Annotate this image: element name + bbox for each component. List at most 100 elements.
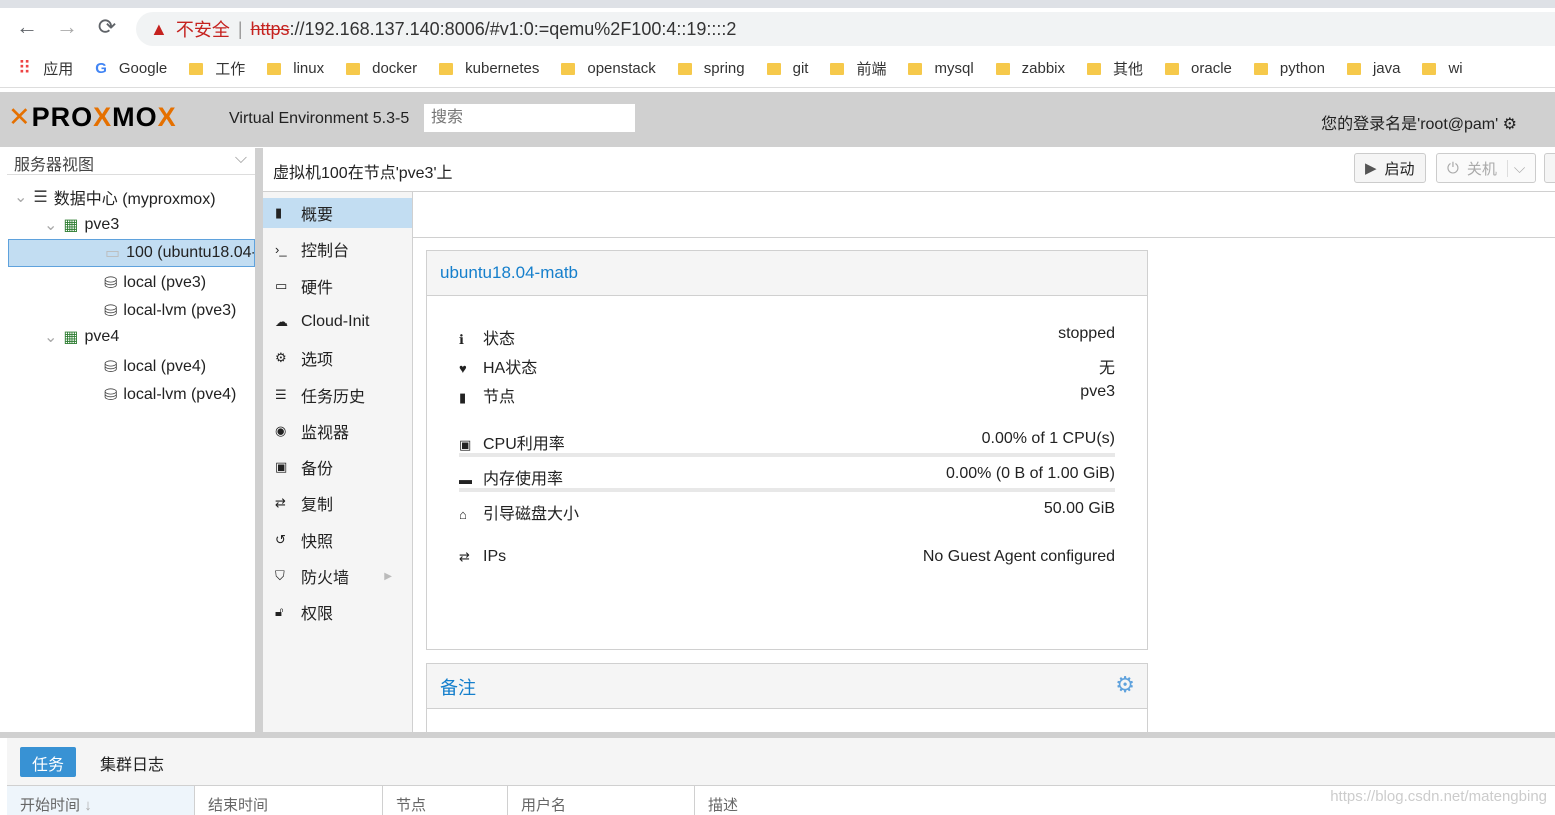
tree-item[interactable]: ⌄ ▦ pve3	[8, 211, 255, 239]
bookmark-item[interactable]: 前端	[830, 58, 886, 79]
tab-cluster-log[interactable]: 集群日志	[88, 747, 176, 777]
bookmark-item[interactable]: java	[1346, 60, 1400, 77]
tree-item[interactable]: ⛁ local-lvm (pve3)	[8, 297, 255, 325]
bookmark-label: openstack	[587, 60, 656, 77]
tree-item[interactable]: ▭ 100 (ubuntu18.04-matb)	[8, 239, 255, 267]
terminal-icon: ›_	[275, 241, 287, 257]
bookmark-item[interactable]: git	[766, 60, 808, 77]
tree-item[interactable]: ⛁ local-lvm (pve4)	[8, 381, 255, 409]
view-label: 服务器视图	[14, 157, 95, 174]
nav-item[interactable]: ⇄ 复制	[263, 488, 412, 518]
memory-icon: ▬	[459, 472, 472, 487]
bookmark-item[interactable]: docker	[346, 60, 417, 77]
view-selector[interactable]: 服务器视图 ⌵	[7, 148, 255, 175]
chevron-right-icon: ▶	[384, 570, 392, 582]
bookmark-label: 工作	[215, 61, 246, 78]
address-bar[interactable]: ▲ 不安全 | https ://192.168.137.140:8006/#v…	[136, 12, 1555, 46]
nav-item[interactable]: ▭ 硬件	[263, 271, 412, 301]
back-button[interactable]: ←	[12, 14, 42, 40]
gear-icon[interactable]: ⚙	[1115, 672, 1135, 698]
storage-icon: ⛁	[104, 303, 118, 320]
folder-icon	[677, 62, 692, 75]
folder-icon	[1422, 62, 1437, 75]
start-button[interactable]: ▶ 启动	[1354, 153, 1426, 183]
nav-item[interactable]: ☰ 任务历史	[263, 380, 412, 410]
nav-item[interactable]: ◉ 监视器	[263, 416, 412, 446]
search-input[interactable]	[424, 104, 635, 132]
unlock-icon: 🔓︎	[275, 604, 284, 620]
bookmark-item[interactable]: wi	[1422, 60, 1463, 77]
tree-item[interactable]: ⌄ ▦ pve4	[8, 323, 255, 351]
column-node[interactable]: 节点	[383, 786, 508, 815]
url-scheme: https	[250, 18, 290, 39]
shutdown-button[interactable]: ⏻ 关机 ⌵	[1436, 153, 1537, 183]
expand-toggle-icon[interactable]: ⌄	[44, 327, 57, 347]
nav-label: 快照	[301, 533, 334, 551]
row-value: No Guest Agent configured	[922, 548, 1115, 565]
folder-icon	[561, 62, 576, 75]
nav-item[interactable]: ↺ 快照	[263, 525, 412, 555]
row-label-wrap: ▣ CPU利用率	[459, 430, 565, 454]
row-label-wrap: ♥ HA状态	[459, 354, 537, 378]
tree-label: 数据中心 (myproxmox)	[53, 191, 216, 208]
bookmark-item[interactable]: kubernetes	[439, 60, 539, 77]
bookmark-label: mysql	[934, 60, 974, 77]
storage-icon: ⛁	[104, 275, 118, 292]
tree-item[interactable]: ⛁ local (pve3)	[8, 269, 255, 297]
cloud-icon: ☁	[275, 313, 288, 329]
book-icon: ▮	[275, 205, 283, 220]
nav-label: 监视器	[301, 424, 350, 442]
expand-toggle-icon[interactable]: ⌄	[14, 187, 27, 207]
tree-label: local (pve4)	[123, 358, 207, 375]
column-user[interactable]: 用户名	[508, 786, 695, 815]
row-label: 内存使用率	[483, 471, 564, 488]
folder-icon	[346, 62, 361, 75]
nav-item[interactable]: 🔓︎ 权限	[263, 597, 412, 627]
tree-item[interactable]: ⛁ local (pve4)	[8, 353, 255, 381]
folder-icon	[1346, 62, 1361, 75]
bookmark-item[interactable]: ⠿ 应用	[18, 58, 73, 79]
tree-item[interactable]: ⌄ ☰ 数据中心 (myproxmox)	[8, 183, 255, 211]
bookmark-item[interactable]: 其他	[1087, 58, 1143, 79]
google-icon: G	[95, 60, 107, 77]
bookmark-label: zabbix	[1021, 60, 1066, 77]
nav-item[interactable]: ▣ 备份	[263, 452, 412, 482]
bookmark-item[interactable]: 工作	[189, 58, 245, 79]
vm-icon: ▭	[105, 245, 121, 262]
more-button[interactable]	[1544, 153, 1555, 183]
forward-button[interactable]: →	[52, 14, 82, 40]
column-end-time[interactable]: 结束时间	[195, 786, 383, 815]
bookmark-item[interactable]: linux	[267, 60, 324, 77]
nav-item[interactable]: ⛉ 防火墙 ▶	[263, 561, 412, 591]
nav-item[interactable]: ⚙ 选项	[263, 343, 412, 373]
nav-label: 控制台	[301, 243, 350, 261]
url-text: ://192.168.137.140:8006/#v1:0:=qemu%2F10…	[289, 18, 737, 39]
nav-item[interactable]: ›_ 控制台	[263, 234, 412, 264]
heartbeat-icon: ♥	[459, 361, 467, 376]
bookmark-item[interactable]: zabbix	[995, 60, 1066, 77]
bookmark-item[interactable]: G Google	[95, 60, 167, 77]
gear-icon[interactable]: ⚙	[1503, 116, 1517, 133]
vm-name: ubuntu18.04-matb	[427, 251, 1147, 296]
bookmark-item[interactable]: spring	[677, 60, 745, 77]
bookmark-item[interactable]: python	[1253, 60, 1325, 77]
storage-icon: ⛁	[104, 359, 118, 376]
bookmark-item[interactable]: openstack	[561, 60, 656, 77]
nav-item[interactable]: ☁ Cloud-Init	[263, 307, 412, 337]
tab-tasks[interactable]: 任务	[20, 747, 77, 777]
nav-item[interactable]: ▮ 概要	[263, 198, 412, 228]
bookmark-item[interactable]: mysql	[908, 60, 974, 77]
status-row: ⇄ IPs No Guest Agent configured	[459, 548, 1115, 566]
splitter[interactable]	[255, 148, 263, 738]
chevron-down-icon[interactable]: ⌵	[1506, 159, 1525, 177]
floppy-icon: ▣	[275, 459, 288, 475]
login-info[interactable]: 您的登录名是'root@pam' ⚙	[1321, 110, 1517, 134]
column-description[interactable]: 描述	[695, 786, 751, 815]
bookmark-label: 其他	[1113, 61, 1144, 78]
column-start-time[interactable]: 开始时间 ↓	[7, 786, 195, 815]
reload-button[interactable]: ⟳	[92, 14, 122, 40]
expand-toggle-icon[interactable]: ⌄	[44, 215, 57, 235]
nav-label: 防火墙	[301, 570, 350, 587]
bookmark-item[interactable]: oracle	[1165, 60, 1232, 77]
nav-label: 权限	[301, 606, 334, 624]
